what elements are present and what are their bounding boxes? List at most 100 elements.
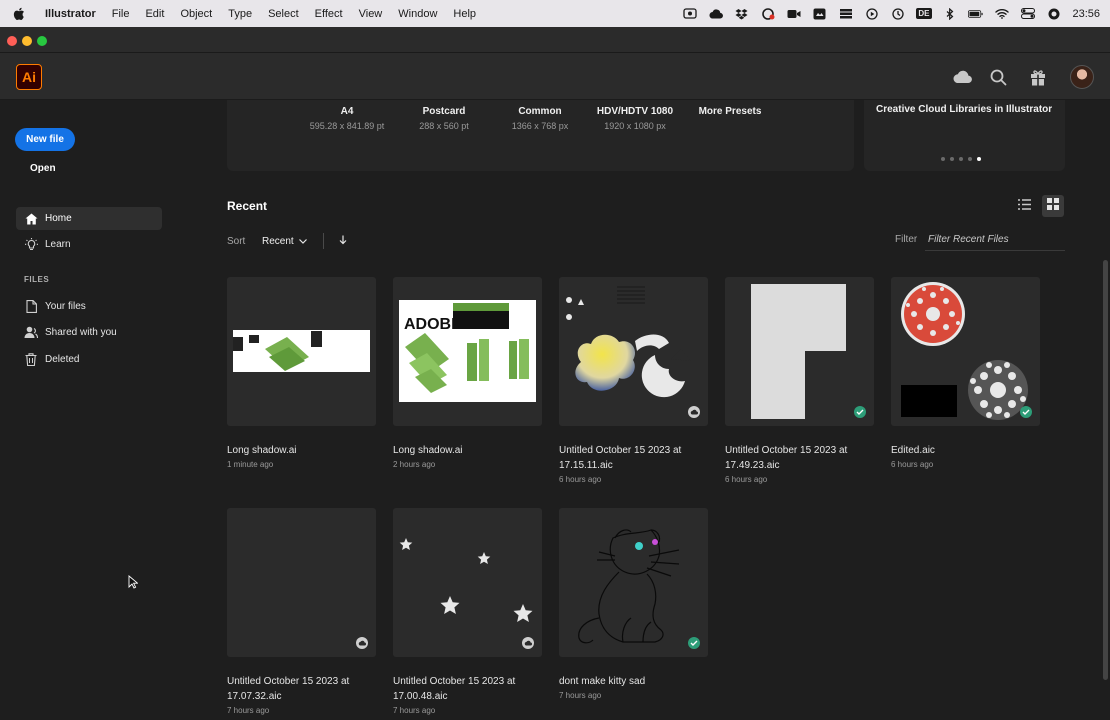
cloud-icon[interactable] — [708, 8, 724, 20]
recent-file-card[interactable]: Untitled October 15 2023 at 17.07.32.aic… — [227, 508, 376, 715]
siri-icon[interactable] — [1046, 8, 1061, 20]
file-thumbnail-art — [399, 538, 533, 622]
chevron-down-icon — [298, 236, 307, 247]
filter-recent-files-input[interactable] — [925, 229, 1065, 251]
list-view-button[interactable] — [1013, 195, 1035, 217]
menu-window[interactable]: Window — [390, 8, 445, 20]
search-icon[interactable] — [988, 67, 1008, 87]
grid-view-button[interactable] — [1042, 195, 1064, 217]
preset-name: Common — [518, 106, 562, 117]
control-center-icon[interactable] — [1020, 8, 1035, 20]
file-name: Long shadow.ai — [227, 445, 297, 456]
sidebar-item-label: Learn — [45, 239, 71, 250]
file-thumbnail[interactable] — [559, 508, 708, 657]
video-camera-icon[interactable] — [786, 8, 801, 20]
preset-name: A4 — [340, 106, 354, 117]
cloud-icon[interactable] — [952, 67, 972, 87]
macos-menu-bar: Illustrator File Edit Object Type Select… — [0, 0, 1110, 27]
apple-icon[interactable] — [13, 7, 29, 21]
bluetooth-icon[interactable] — [942, 7, 957, 20]
menu-edit[interactable]: Edit — [137, 8, 172, 20]
file-modified-time: 6 hours ago — [559, 475, 602, 484]
window-close-button[interactable] — [7, 36, 17, 46]
menu-effect[interactable]: Effect — [307, 8, 351, 20]
creative-cloud-icon[interactable] — [760, 7, 775, 20]
main-scrollbar[interactable] — [1101, 100, 1110, 720]
sidebar-item-deleted[interactable]: Deleted — [16, 348, 162, 371]
preset-postcard[interactable]: Postcard 288 x 560 pt — [409, 106, 479, 131]
sidebar-item-label: Your files — [45, 301, 86, 312]
preset-size: 1366 x 768 px — [511, 121, 569, 131]
menubar-clock[interactable]: 23:56 — [1072, 8, 1100, 20]
preset-common[interactable]: Common 1366 x 768 px — [500, 106, 580, 131]
synced-check-icon — [854, 406, 866, 418]
file-thumbnail[interactable] — [725, 277, 874, 426]
carousel-dot[interactable] — [968, 157, 972, 161]
carousel-dot[interactable] — [959, 157, 963, 161]
file-thumbnail[interactable] — [559, 277, 708, 426]
open-button[interactable]: Open — [30, 163, 56, 174]
promo-title: Creative Cloud Libraries in Illustrator — [876, 104, 1053, 115]
play-circle-icon[interactable] — [864, 7, 879, 20]
recent-file-card[interactable]: Edited.aic 6 hours ago — [891, 277, 1040, 469]
sidebar-item-your-files[interactable]: Your files — [16, 295, 162, 318]
stack-icon[interactable] — [838, 8, 853, 20]
synced-check-icon — [688, 637, 700, 649]
carousel-dot-active[interactable] — [977, 157, 981, 161]
file-name: Untitled October 15 2023 at 17.07.32.aic — [227, 676, 350, 702]
file-name: dont make kitty sad — [559, 676, 646, 687]
menu-help[interactable]: Help — [445, 8, 484, 20]
sidebar-item-learn[interactable]: Learn — [16, 233, 162, 256]
sort-dropdown[interactable]: Recent — [262, 236, 307, 247]
file-thumbnail-art — [578, 529, 680, 644]
recent-file-card[interactable]: Untitled October 15 2023 at 17.00.48.aic… — [393, 508, 542, 715]
recent-file-card[interactable]: ADOBE Long shadow.ai 2 hours ago — [393, 277, 542, 469]
new-file-button[interactable]: New file — [15, 128, 75, 151]
sort-label: Sort — [227, 236, 246, 247]
wifi-icon[interactable] — [994, 8, 1009, 20]
image-capture-icon[interactable] — [812, 8, 827, 20]
recent-file-card[interactable]: Long shadow.ai 1 minute ago — [227, 277, 376, 469]
preset-a4[interactable]: A4 595.28 x 841.89 pt — [307, 106, 387, 131]
scrollbar-thumb[interactable] — [1103, 260, 1108, 680]
time-machine-icon[interactable] — [890, 7, 905, 20]
file-name: Untitled October 15 2023 at 17.15.11.aic — [559, 445, 682, 471]
file-modified-time: 6 hours ago — [725, 475, 768, 484]
recent-file-card[interactable]: dont make kitty sad 7 hours ago — [559, 508, 708, 700]
avatar[interactable] — [1070, 65, 1094, 89]
recent-file-card[interactable]: Untitled October 15 2023 at 17.15.11.aic… — [559, 277, 708, 484]
carousel-dot[interactable] — [950, 157, 954, 161]
file-modified-time: 7 hours ago — [393, 706, 436, 715]
menu-view[interactable]: View — [351, 8, 391, 20]
menu-file[interactable]: File — [104, 8, 138, 20]
file-thumbnail[interactable] — [891, 277, 1040, 426]
screen-record-icon[interactable] — [682, 8, 697, 20]
synced-check-icon — [1020, 406, 1032, 418]
file-thumbnail[interactable]: ADOBE — [393, 277, 542, 426]
sort-direction-button[interactable] — [337, 234, 349, 248]
file-thumbnail[interactable] — [393, 508, 542, 657]
preset-hdv-hdtv-1080[interactable]: HDV/HDTV 1080 1920 x 1080 px — [590, 106, 680, 131]
file-thumbnail[interactable] — [227, 508, 376, 657]
gift-icon[interactable] — [1028, 67, 1048, 87]
window-zoom-button[interactable] — [37, 36, 47, 46]
dropbox-icon[interactable] — [734, 8, 749, 20]
file-thumbnail[interactable] — [227, 277, 376, 426]
file-thumbnail-art — [751, 284, 846, 419]
recent-file-card[interactable]: Untitled October 15 2023 at 17.49.23.aic… — [725, 277, 874, 484]
more-presets-button[interactable]: More Presets — [690, 106, 770, 117]
menu-object[interactable]: Object — [172, 8, 220, 20]
input-source-icon[interactable]: DE — [916, 8, 932, 20]
file-thumbnail-art — [566, 286, 691, 398]
promo-carousel[interactable]: Creative Cloud Libraries in Illustrator — [864, 100, 1065, 171]
sidebar-item-home[interactable]: Home — [16, 207, 162, 230]
menu-app-name[interactable]: Illustrator — [39, 8, 104, 20]
battery-icon[interactable] — [968, 8, 984, 20]
sidebar-item-label: Shared with you — [45, 327, 117, 338]
menu-type[interactable]: Type — [220, 8, 260, 20]
menu-select[interactable]: Select — [260, 8, 307, 20]
sidebar-item-shared-with-you[interactable]: Shared with you — [16, 321, 162, 344]
sidebar: New file Open Home Learn FILES Your file… — [0, 100, 176, 720]
window-minimize-button[interactable] — [22, 36, 32, 46]
carousel-dot[interactable] — [941, 157, 945, 161]
